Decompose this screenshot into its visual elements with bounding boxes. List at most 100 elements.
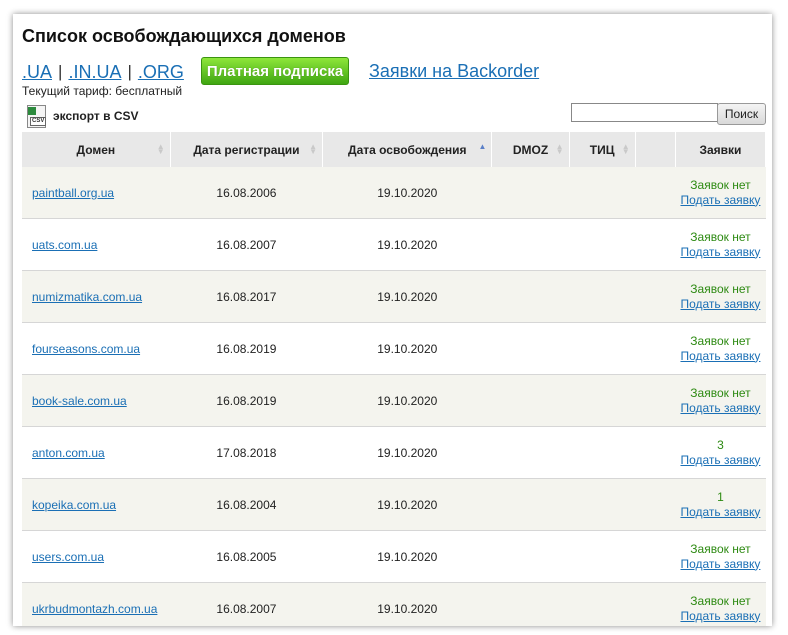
domain-cell: ukrbudmontazh.com.ua [22, 582, 171, 626]
domain-link[interactable]: numizmatika.com.ua [32, 290, 142, 304]
submit-request-link[interactable]: Подать заявку [675, 609, 765, 624]
free-date-cell: 19.10.2020 [322, 426, 492, 479]
tic-cell [569, 478, 636, 531]
requests-status: Заявок нет [690, 177, 751, 192]
requests-cell: Заявок нет Подать заявку [675, 530, 766, 583]
page-title: Список освобождающихся доменов [22, 26, 346, 46]
domain-link[interactable]: kopeika.com.ua [32, 498, 116, 512]
free-date-cell: 19.10.2020 [322, 582, 492, 626]
domain-link[interactable]: fourseasons.com.ua [32, 342, 140, 356]
tic-cell [569, 374, 636, 427]
table-row: book-sale.com.ua 16.08.2019 19.10.2020 Заяв… [22, 374, 766, 427]
sort-icon: ▲ ▼ [555, 142, 564, 156]
requests-cell: 1 Подать заявку [675, 478, 766, 531]
domain-link[interactable]: anton.com.ua [32, 446, 105, 460]
domains-table: Домен ▲ ▼ Дата регистрации ▲ ▼ Дата освобо… [22, 132, 767, 626]
table-row: kopeika.com.ua 16.08.2004 19.10.2020 1 Подат… [22, 478, 766, 531]
requests-cell: 3 Подать заявку [675, 426, 766, 479]
tld-separator: | [58, 62, 63, 81]
tic-cell [569, 218, 636, 271]
requests-status: Заявок нет [690, 385, 751, 400]
export-csv-link[interactable]: CSV экспорт в CSV [27, 105, 139, 128]
requests-status: Заявок нет [690, 333, 751, 348]
free-date-cell: 19.10.2020 [322, 322, 492, 375]
tld-link-in-ua[interactable]: .IN.UA [68, 62, 121, 83]
blank-cell [635, 322, 676, 375]
reg-date-cell: 16.08.2019 [170, 374, 323, 427]
domain-link[interactable]: ukrbudmontazh.com.ua [32, 602, 157, 616]
csv-file-icon: CSV [27, 105, 47, 128]
blank-cell [635, 582, 676, 626]
col-header-dmoz[interactable]: DMOZ ▲ ▼ [491, 132, 570, 167]
submit-request-link[interactable]: Подать заявку [675, 349, 765, 364]
submit-request-link[interactable]: Подать заявку [675, 245, 765, 260]
table-row: users.com.ua 16.08.2005 19.10.2020 Заявок н… [22, 530, 766, 583]
domain-link[interactable]: paintball.org.ua [32, 186, 114, 200]
paid-subscription-button[interactable]: Платная подписка [201, 57, 349, 85]
col-header-tic[interactable]: ТИЦ ▲ ▼ [569, 132, 636, 167]
blank-cell [635, 530, 676, 583]
requests-cell: Заявок нет Подать заявку [675, 374, 766, 427]
col-header-free-date[interactable]: Дата освобождения ▲▼ [322, 132, 493, 167]
submit-request-link[interactable]: Подать заявку [675, 453, 765, 468]
blank-cell [635, 426, 676, 479]
blank-cell [635, 270, 676, 323]
domain-cell: kopeika.com.ua [22, 478, 171, 531]
submit-request-link[interactable]: Подать заявку [675, 505, 765, 520]
domain-cell: numizmatika.com.ua [22, 270, 171, 323]
col-header-domain[interactable]: Домен ▲ ▼ [22, 132, 171, 167]
table-row: paintball.org.ua 16.08.2006 19.10.2020 Заяв… [22, 167, 766, 219]
tld-separator: | [127, 62, 132, 81]
col-header-blank [635, 132, 676, 167]
sort-icon: ▲ ▼ [621, 142, 630, 156]
domain-link[interactable]: uats.com.ua [32, 238, 97, 252]
reg-date-cell: 16.08.2004 [170, 478, 323, 531]
free-date-cell: 19.10.2020 [322, 530, 492, 583]
domain-cell: anton.com.ua [22, 426, 171, 479]
reg-date-cell: 16.08.2007 [170, 582, 323, 626]
tld-link-org[interactable]: .ORG [138, 62, 184, 83]
dmoz-cell [491, 167, 570, 219]
domain-link[interactable]: book-sale.com.ua [32, 394, 127, 408]
blank-cell [635, 218, 676, 271]
col-header-reg-date[interactable]: Дата регистрации ▲ ▼ [170, 132, 324, 167]
reg-date-cell: 17.08.2018 [170, 426, 323, 479]
tic-cell [569, 530, 636, 583]
domain-cell: fourseasons.com.ua [22, 322, 171, 375]
col-header-requests: Заявки [675, 132, 767, 167]
tic-cell [569, 167, 636, 219]
free-date-cell: 19.10.2020 [322, 218, 492, 271]
tld-link-ua[interactable]: .UA [22, 62, 52, 83]
reg-date-cell: 16.08.2005 [170, 530, 323, 583]
requests-status: Заявок нет [690, 281, 751, 296]
tic-cell [569, 426, 636, 479]
requests-status: Заявок нет [690, 229, 751, 244]
sort-icon: ▲ ▼ [156, 142, 165, 156]
requests-cell: Заявок нет Подать заявку [675, 582, 766, 626]
domain-link[interactable]: users.com.ua [32, 550, 104, 564]
reg-date-cell: 16.08.2017 [170, 270, 323, 323]
table-header-row: Домен ▲ ▼ Дата регистрации ▲ ▼ Дата освобо… [22, 132, 767, 167]
requests-status: Заявок нет [690, 593, 751, 608]
current-tariff: Текущий тариф: бесплатный [22, 84, 183, 98]
sort-asc-icon: ▲▼ [478, 142, 487, 151]
submit-request-link[interactable]: Подать заявку [675, 557, 765, 572]
dmoz-cell [491, 478, 570, 531]
tic-cell [569, 270, 636, 323]
dmoz-cell [491, 582, 570, 626]
submit-request-link[interactable]: Подать заявку [675, 193, 765, 208]
blank-cell [635, 167, 676, 219]
search-input[interactable] [571, 103, 718, 122]
free-date-cell: 19.10.2020 [322, 167, 492, 219]
dmoz-cell [491, 530, 570, 583]
table-row: uats.com.ua 16.08.2007 19.10.2020 Заявок не… [22, 218, 766, 271]
backorder-requests-link[interactable]: Заявки на Backorder [369, 61, 539, 82]
submit-request-link[interactable]: Подать заявку [675, 401, 765, 416]
submit-request-link[interactable]: Подать заявку [675, 297, 765, 312]
free-date-cell: 19.10.2020 [322, 270, 492, 323]
search-button[interactable]: Поиск [717, 103, 766, 125]
blank-cell [635, 478, 676, 531]
requests-cell: Заявок нет Подать заявку [675, 218, 766, 271]
requests-cell: Заявок нет Подать заявку [675, 270, 766, 323]
requests-status: 3 [717, 437, 724, 452]
